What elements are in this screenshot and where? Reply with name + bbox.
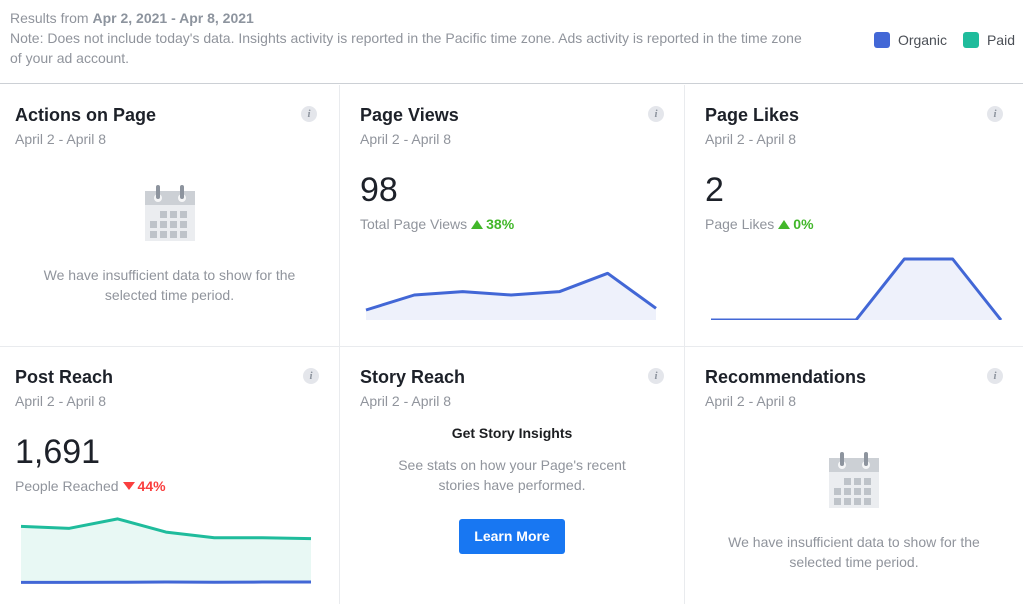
info-icon[interactable]: i — [648, 368, 664, 384]
area-organic — [711, 259, 1001, 320]
legend-item-organic: Organic — [873, 32, 947, 48]
story-insights-promo: Get Story Insights See stats on how your… — [340, 425, 684, 554]
metric-value: 1,691 — [15, 433, 101, 471]
delta-value: 44% — [137, 478, 166, 494]
page-views-sparkline — [365, 271, 657, 320]
info-icon[interactable]: i — [987, 368, 1003, 384]
metric-label: Page Likes — [705, 216, 775, 232]
story-description: See stats on how your Page's recent stor… — [398, 457, 626, 493]
insights-card-grid: Actions on Page April 2 - April 8 i We h… — [0, 85, 1023, 604]
legend-item-paid: Paid — [962, 32, 1015, 48]
metric-summary: Total Page Views 38% — [360, 216, 514, 232]
post-reach-sparkline — [20, 517, 312, 584]
learn-more-button[interactable]: Learn More — [459, 519, 565, 554]
card-date-range: April 2 - April 8 — [360, 393, 452, 409]
legend-label-organic: Organic — [897, 32, 947, 48]
delta-value: 38% — [486, 216, 515, 232]
metric-value: 98 — [360, 171, 398, 209]
results-disclaimer: Note: Does not include today's data. Ins… — [10, 30, 802, 66]
card-date-range: April 2 - April 8 — [705, 393, 797, 409]
calendar-icon — [829, 452, 879, 508]
card-date-range: April 2 - April 8 — [360, 131, 452, 147]
info-icon[interactable]: i — [648, 106, 664, 122]
card-story-reach[interactable]: Story Reach April 2 - April 8 i Get Stor… — [340, 347, 685, 604]
empty-message: We have insufficient data to show for th… — [43, 267, 296, 303]
card-actions-on-page[interactable]: Actions on Page April 2 - April 8 i We h… — [0, 85, 340, 347]
empty-message: We have insufficient data to show for th… — [728, 534, 980, 570]
metric-value: 2 — [705, 171, 724, 209]
up-arrow-icon — [471, 219, 484, 229]
card-date-range: April 2 - April 8 — [705, 131, 797, 147]
calendar-icon — [144, 185, 195, 241]
card-date-range: April 2 - April 8 — [15, 131, 107, 147]
card-title[interactable]: Page Views — [360, 105, 459, 126]
card-page-views[interactable]: Page Views April 2 - April 8 i 98 Total … — [340, 85, 685, 347]
chart-legend: Organic Paid — [858, 32, 1015, 48]
metric-summary: People Reached 44% — [15, 478, 166, 494]
legend-swatch-paid — [962, 32, 979, 48]
delta-badge: 0% — [778, 216, 814, 232]
metric-label: People Reached — [15, 478, 119, 494]
card-date-range: April 2 - April 8 — [15, 393, 107, 409]
story-heading: Get Story Insights — [451, 425, 573, 441]
legend-swatch-organic — [873, 32, 890, 48]
page-likes-sparkline — [711, 257, 1003, 320]
card-title[interactable]: Actions on Page — [15, 105, 156, 126]
results-note: Results from Apr 2, 2021 - Apr 8, 2021 N… — [10, 8, 810, 68]
results-prefix: Results from — [10, 10, 93, 26]
card-post-reach[interactable]: Post Reach April 2 - April 8 i 1,691 Peo… — [0, 347, 340, 604]
empty-state: We have insufficient data to show for th… — [0, 185, 339, 305]
card-title[interactable]: Recommendations — [705, 367, 866, 388]
down-arrow-icon — [122, 482, 135, 490]
delta-badge: 38% — [471, 216, 514, 232]
legend-label-paid: Paid — [986, 32, 1015, 48]
results-date-range: Apr 2, 2021 - Apr 8, 2021 — [92, 10, 254, 26]
card-title[interactable]: Post Reach — [15, 367, 113, 388]
delta-value: 0% — [793, 216, 814, 232]
card-recommendations[interactable]: Recommendations April 2 - April 8 i We h… — [685, 347, 1023, 604]
card-title[interactable]: Story Reach — [360, 367, 465, 388]
info-icon[interactable]: i — [301, 106, 317, 122]
card-title[interactable]: Page Likes — [705, 105, 799, 126]
empty-state: We have insufficient data to show for th… — [685, 452, 1023, 572]
results-header: Results from Apr 2, 2021 - Apr 8, 2021 N… — [0, 0, 1023, 84]
card-page-likes[interactable]: Page Likes April 2 - April 8 i 2 Page Li… — [685, 85, 1023, 347]
info-icon[interactable]: i — [303, 368, 319, 384]
delta-badge: 44% — [122, 478, 166, 494]
info-icon[interactable]: i — [987, 106, 1003, 122]
metric-label: Total Page Views — [360, 216, 468, 232]
up-arrow-icon — [778, 219, 791, 229]
metric-summary: Page Likes 0% — [705, 216, 814, 232]
